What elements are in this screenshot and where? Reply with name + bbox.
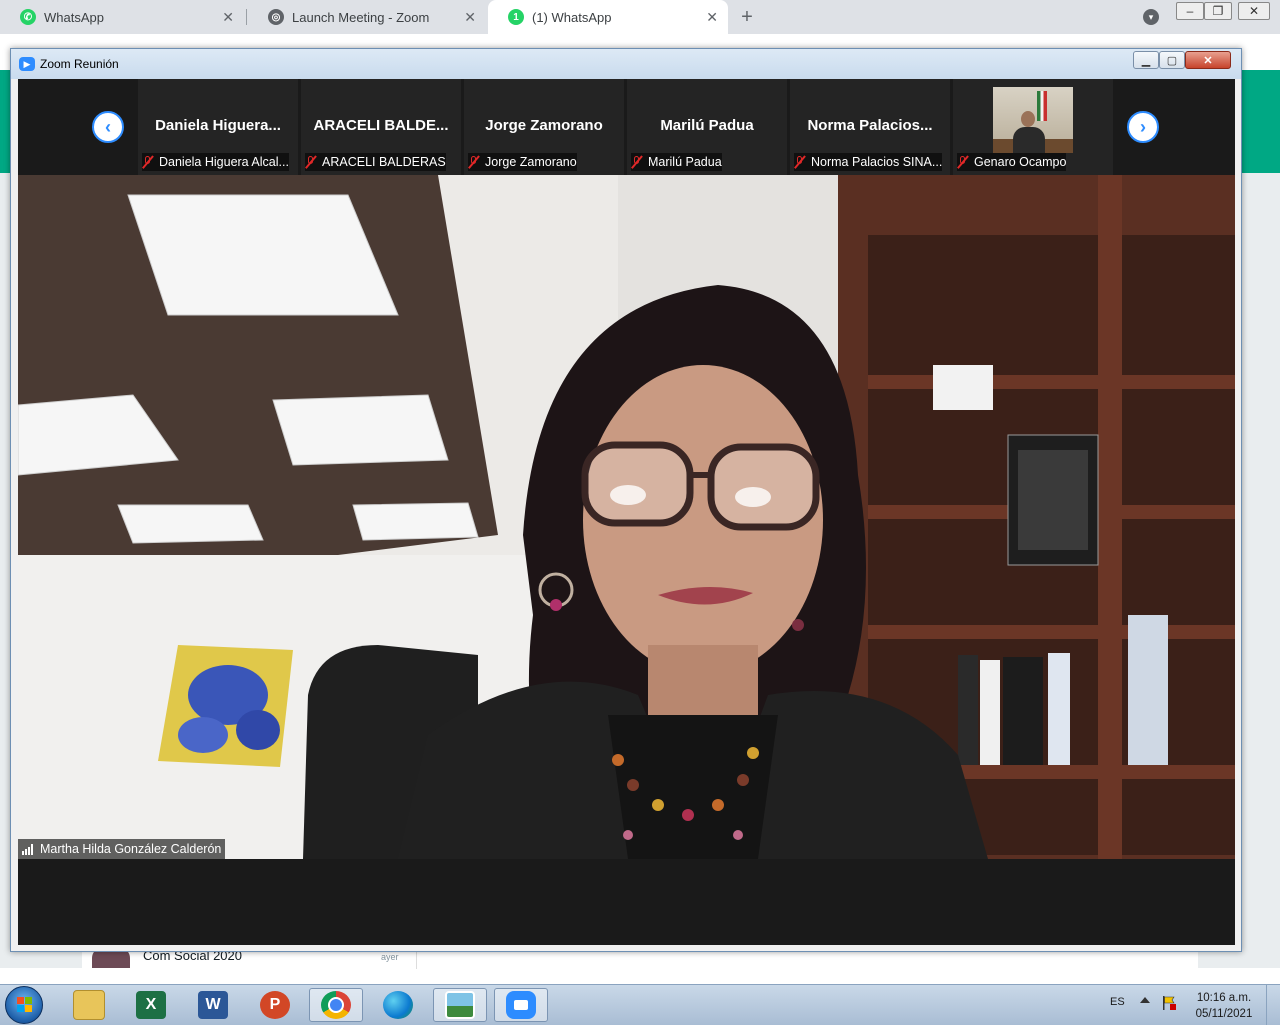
participant-strip: ‹ Daniela Higuera... Daniela Higuera Alc… [18, 79, 1235, 175]
tab-whatsapp-active[interactable]: 1 (1) WhatsApp ✕ [488, 0, 728, 34]
show-hidden-icons-icon[interactable] [1140, 997, 1150, 1003]
windows-logo-icon [17, 997, 33, 1013]
taskbar-edge[interactable] [371, 988, 425, 1022]
participant-tile[interactable]: Marilú Padua Marilú Padua [627, 79, 787, 175]
taskbar-photos[interactable] [433, 988, 487, 1022]
participant-name: Norma Palacios... [807, 117, 933, 134]
participant-label: Genaro Ocampo [957, 153, 1067, 171]
tab-title: Launch Meeting - Zoom [292, 9, 430, 25]
signal-strength-icon [22, 843, 34, 855]
edge-icon [383, 991, 413, 1019]
mic-muted-icon [794, 155, 806, 169]
taskbar-zoom[interactable] [494, 988, 548, 1022]
minimize-button[interactable]: ▁ [1133, 51, 1159, 69]
zoom-title-bar[interactable]: ▶ Zoom Reunión ▁ ▢ ✕ [11, 49, 1241, 79]
mic-muted-icon [631, 155, 643, 169]
word-icon: W [198, 991, 228, 1019]
chrome-center-icon [328, 997, 344, 1013]
zoom-meeting-window: ▶ Zoom Reunión ▁ ▢ ✕ ‹ Daniela Higuera..… [10, 48, 1242, 952]
participant-tile[interactable]: Norma Palacios... Norma Palacios SINA... [790, 79, 950, 175]
participant-label: Daniela Higuera Alcal... [142, 153, 289, 171]
speaker-name: Martha Hilda González Calderón [40, 842, 222, 856]
mic-muted-icon [468, 155, 480, 169]
zoom-icon: ▶ [19, 57, 35, 71]
whatsapp-notification-icon: 1 [508, 9, 524, 25]
windows-taskbar: X W P ES 10:16 a.m. 05/11/2021 [0, 984, 1280, 1025]
participant-label: Jorge Zamorano [468, 153, 577, 171]
clock-time: 10:16 a.m. [1196, 992, 1252, 1004]
participant-label-text: Jorge Zamorano [485, 155, 577, 169]
taskbar-powerpoint[interactable]: P [248, 988, 302, 1022]
participant-video-thumbnail [993, 87, 1073, 153]
active-speaker-video[interactable]: Martha Hilda González Calderón [18, 175, 1235, 859]
taskbar-word[interactable]: W [186, 988, 240, 1022]
photos-icon [445, 991, 475, 1019]
taskbar-chrome[interactable] [309, 988, 363, 1022]
taskbar-file-explorer[interactable] [62, 988, 116, 1022]
browser-tab-strip: ✆ WhatsApp ✕ ◎ Launch Meeting - Zoom ✕ 1… [0, 0, 1280, 34]
chat-time: ayer [381, 952, 399, 962]
folder-icon [73, 990, 105, 1020]
active-speaker-label: Martha Hilda González Calderón [18, 839, 226, 859]
flag [1037, 91, 1047, 121]
tab-whatsapp[interactable]: ✆ WhatsApp ✕ [0, 0, 244, 34]
mic-muted-icon [957, 155, 969, 169]
chevron-left-icon: ‹ [105, 117, 111, 137]
participant-tile[interactable]: Daniela Higuera... Daniela Higuera Alcal… [138, 79, 298, 175]
globe-icon: ◎ [268, 9, 284, 25]
zoom-app-icon [506, 991, 536, 1019]
mic-muted-icon [142, 155, 154, 169]
close-window-icon[interactable]: ✕ [1238, 2, 1270, 20]
participant-tile[interactable]: ARACELI BALDE... ARACELI BALDERAS [301, 79, 461, 175]
zoom-meeting-area: ‹ Daniela Higuera... Daniela Higuera Alc… [18, 79, 1235, 945]
tab-title: WhatsApp [44, 9, 104, 25]
participant-tile-video[interactable]: Genaro Ocampo [953, 79, 1113, 175]
participant-label: Norma Palacios SINA... [794, 153, 943, 171]
tab-launch-meeting[interactable]: ◎ Launch Meeting - Zoom ✕ [248, 0, 486, 34]
person [1013, 127, 1045, 153]
start-button[interactable] [5, 986, 43, 1024]
participant-name: Daniela Higuera... [155, 117, 281, 134]
chrome-icon [321, 991, 351, 1019]
taskbar-excel[interactable]: X [124, 988, 178, 1022]
minimize-icon[interactable]: – [1176, 2, 1204, 20]
system-clock[interactable]: 10:16 a.m. 05/11/2021 [1188, 990, 1260, 1022]
close-button[interactable]: ✕ [1185, 51, 1231, 69]
mic-muted-icon [305, 155, 317, 169]
participant-label-text: Norma Palacios SINA... [811, 155, 943, 169]
participant-name: Marilú Padua [660, 117, 754, 134]
participant-label-text: ARACELI BALDERAS [322, 155, 446, 169]
close-icon[interactable]: ✕ [706, 9, 718, 26]
maximize-button[interactable]: ▢ [1159, 51, 1185, 69]
new-tab-button[interactable]: + [735, 5, 759, 29]
clock-date: 05/11/2021 [1195, 1008, 1253, 1020]
tab-separator [246, 9, 247, 25]
chevron-right-icon: › [1140, 117, 1146, 137]
restore-icon[interactable]: ❐ [1204, 2, 1232, 20]
language-indicator[interactable]: ES [1110, 996, 1125, 1008]
person-head [1021, 111, 1035, 127]
close-icon[interactable]: ✕ [464, 9, 476, 26]
participant-label: ARACELI BALDERAS [305, 153, 446, 171]
powerpoint-icon: P [260, 991, 290, 1019]
speaker-video-frame [18, 175, 1235, 859]
next-page-button[interactable]: › [1127, 111, 1159, 143]
participant-label-text: Marilú Padua [648, 155, 722, 169]
zoom-camera-icon [514, 1000, 528, 1010]
excel-icon: X [136, 991, 166, 1019]
tab-search-icon[interactable]: ▾ [1143, 9, 1159, 25]
participant-label-text: Daniela Higuera Alcal... [159, 155, 289, 169]
participant-name: Jorge Zamorano [485, 117, 603, 134]
participant-label: Marilú Padua [631, 153, 722, 171]
close-icon[interactable]: ✕ [222, 9, 234, 26]
participant-tile[interactable]: Jorge Zamorano Jorge Zamorano [464, 79, 624, 175]
window-title: Zoom Reunión [40, 57, 119, 71]
whatsapp-icon: ✆ [20, 9, 36, 25]
tab-title: (1) WhatsApp [532, 9, 612, 25]
participant-name: ARACELI BALDE... [313, 117, 449, 134]
action-center-flag-icon[interactable] [1161, 995, 1177, 1011]
participant-label-text: Genaro Ocampo [974, 155, 1067, 169]
previous-page-button[interactable]: ‹ [92, 111, 124, 143]
show-desktop-button[interactable] [1266, 985, 1280, 1025]
